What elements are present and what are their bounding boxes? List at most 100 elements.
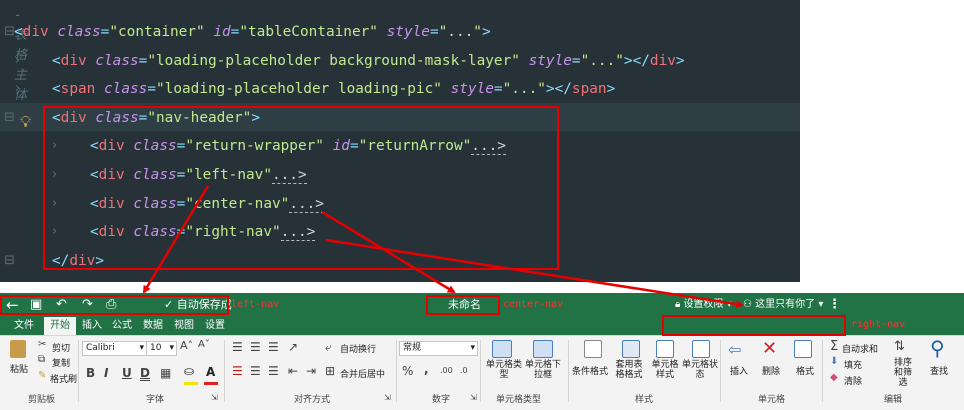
orientation-icon[interactable]: ↗ (288, 340, 298, 354)
attr-name: id (213, 24, 231, 40)
sort-filter-icon[interactable]: ⇅ (894, 339, 905, 354)
cell-state-icon[interactable] (692, 340, 710, 358)
copy-label[interactable]: 复制 (52, 356, 70, 369)
lock-icon: 🔒︎ (675, 299, 681, 310)
cell-type-icon[interactable] (492, 340, 512, 358)
eraser-icon[interactable]: ◆ (830, 372, 838, 383)
tab-1[interactable]: 开始 (44, 317, 76, 335)
center-nav-highlight-box (426, 295, 500, 315)
more-menu-icon[interactable]: ⋮ (828, 293, 841, 317)
align-center-icon[interactable]: ☰ (250, 364, 261, 378)
search-icon[interactable]: ⚲ (930, 336, 945, 360)
table-format-icon[interactable] (622, 340, 640, 358)
chevron-down-icon: ▾ (726, 299, 732, 310)
autosum-label[interactable]: 自动求和 (842, 342, 878, 355)
sigma-icon[interactable]: Σ (830, 339, 838, 354)
clear-label[interactable]: 清除 (844, 374, 862, 387)
fill-color-icon[interactable]: ⛀︎ (184, 364, 194, 378)
cell-dropdown-icon[interactable] (533, 340, 553, 358)
cell-dropdown-label[interactable]: 单元格下拉框 (523, 360, 563, 380)
align-bottom-icon[interactable]: ☰ (268, 340, 279, 354)
dialog-launcher-icon[interactable]: ⇲ (470, 393, 477, 402)
separator (78, 340, 79, 402)
chevron-down-icon: ▾ (818, 299, 824, 310)
conditional-format-icon[interactable] (584, 340, 602, 358)
find-label[interactable]: 查找 (930, 364, 948, 377)
underline-button[interactable]: U (122, 366, 132, 380)
merge-label[interactable]: 合并后居中 (340, 367, 385, 380)
insert-label[interactable]: 插入 (730, 364, 748, 377)
italic-button[interactable]: I (104, 366, 108, 380)
cell-style-label[interactable]: 单元格样式 (650, 360, 680, 380)
increase-font-icon[interactable]: A˄ (180, 339, 193, 352)
font-family-select[interactable]: Calibri ▾ (82, 341, 147, 356)
dialog-launcher-icon[interactable]: ⇲ (211, 393, 218, 402)
cell-style-icon[interactable] (656, 340, 674, 358)
attr-value: "container" (109, 24, 205, 40)
decrease-font-icon[interactable]: A˅ (198, 339, 210, 350)
paste-icon[interactable] (10, 340, 26, 358)
format-cells-icon[interactable] (794, 340, 812, 358)
wrap-text-label[interactable]: 自动换行 (340, 342, 376, 355)
attr-name: style (450, 81, 494, 98)
font-color-bar (204, 382, 218, 385)
scissors-icon[interactable]: ✂ (38, 339, 46, 350)
tab-5[interactable]: 视图 (174, 317, 194, 335)
border-icon[interactable]: ▦ (160, 366, 171, 380)
table-format-label[interactable]: 套用表格格式 (614, 360, 644, 380)
sort-filter-label[interactable]: 排序和筛选 (890, 358, 916, 388)
cell-state-label[interactable]: 单元格状态 (682, 360, 718, 380)
tab-0[interactable]: 文件 (14, 317, 34, 335)
paste-label[interactable]: 粘贴 (10, 362, 28, 375)
format-label[interactable]: 格式 (796, 364, 814, 377)
cut-label[interactable]: 剪切 (52, 341, 70, 354)
percent-button[interactable]: % (402, 364, 413, 378)
delete-cells-icon[interactable]: ✕ (762, 338, 777, 359)
comma-button[interactable]: , (424, 362, 429, 376)
attr-value: "loading-placeholder background-mask-lay… (147, 52, 520, 69)
double-underline-button[interactable]: D (140, 366, 150, 380)
brush-icon[interactable]: ✎ (38, 370, 46, 381)
attr-name: style (528, 52, 572, 69)
insert-cells-icon[interactable]: ⇦ (728, 340, 741, 359)
fill-down-icon[interactable]: ⬇ (830, 356, 838, 367)
group-cells: 单元格 (758, 395, 786, 405)
cell-type-label[interactable]: 单元格类型 (484, 360, 524, 380)
font-size-select[interactable]: 10 ▾ (146, 341, 177, 356)
indent-increase-icon[interactable]: ⇥ (306, 364, 316, 378)
fold-expand-icon[interactable]: › (15, 47, 20, 75)
wrap-text-icon[interactable]: ⤶ (325, 340, 332, 355)
tag-name: span (60, 81, 96, 98)
ribbon: 粘贴 ✂ 剪切 ⧉ 复制 ✎ 格式刷 剪贴板 Calibri ▾ 10 ▾ A˄ A… (0, 335, 964, 410)
conditional-format-label[interactable]: 条件格式 (572, 364, 608, 377)
code-line: › <div class="loading-placeholder backgro… (0, 47, 800, 75)
delete-label[interactable]: 删除 (762, 364, 780, 377)
tab-6[interactable]: 设置 (205, 317, 225, 335)
indent-decrease-icon[interactable]: ⇤ (288, 364, 298, 378)
copy-icon[interactable]: ⧉ (38, 354, 45, 365)
fold-collapse-icon[interactable]: ⊟ (4, 247, 15, 275)
collab-button[interactable]: ⚇ 这里只有你了 ▾ (743, 293, 823, 317)
number-format-select[interactable]: 常规 ▾ (399, 341, 478, 356)
tab-4[interactable]: 数据 (143, 317, 163, 335)
dialog-launcher-icon[interactable]: ⇲ (384, 393, 391, 402)
font-color-icon[interactable]: A (206, 365, 215, 379)
permission-button[interactable]: 🔒︎ 设置权限 ▾ (675, 293, 732, 317)
fold-expand-icon[interactable]: › (15, 75, 20, 103)
fill-label[interactable]: 填充 (844, 358, 862, 371)
align-left-icon[interactable]: ☰ (232, 364, 243, 378)
increase-decimal-button[interactable]: .00 (440, 366, 453, 375)
align-right-icon[interactable]: ☰ (268, 364, 279, 378)
tab-2[interactable]: 插入 (82, 317, 102, 335)
align-top-icon[interactable]: ☰ (232, 340, 243, 354)
format-painter-label[interactable]: 格式刷 (50, 372, 77, 385)
fold-collapse-icon[interactable]: ⊟ (4, 104, 15, 132)
group-clipboard: 剪贴板 (28, 395, 56, 405)
align-middle-icon[interactable]: ☰ (250, 340, 261, 354)
bold-button[interactable]: B (86, 366, 95, 380)
attr-value: "..." (438, 24, 482, 40)
merge-icon[interactable]: ⊞ (325, 364, 335, 378)
attr-value: "..." (580, 52, 624, 69)
decrease-decimal-button[interactable]: .0 (460, 366, 468, 375)
tab-3[interactable]: 公式 (112, 317, 132, 335)
